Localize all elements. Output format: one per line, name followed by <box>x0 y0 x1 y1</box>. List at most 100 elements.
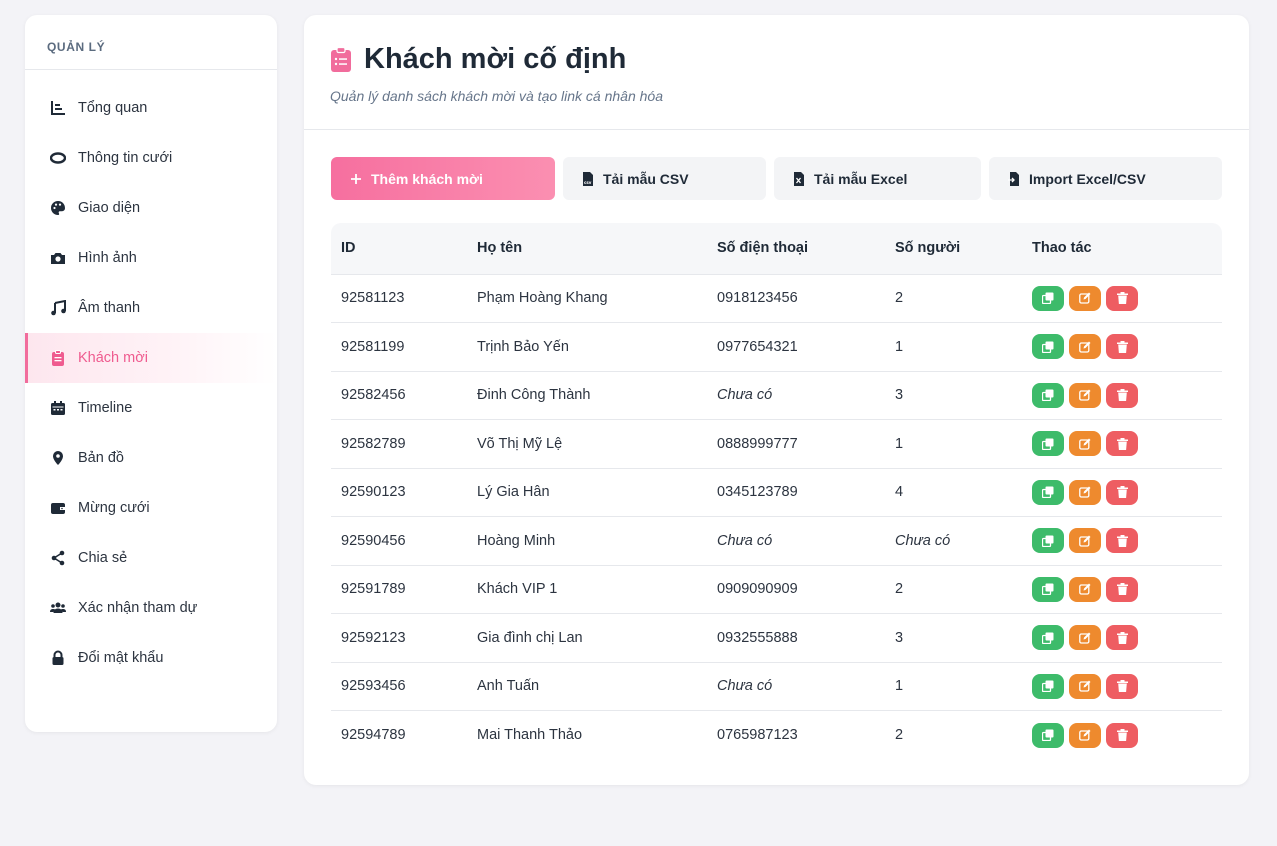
table-row: 92590123 Lý Gia Hân 0345123789 4 <box>331 468 1222 517</box>
ring-icon <box>50 150 66 166</box>
svg-text:csv: csv <box>584 180 592 185</box>
copy-link-button[interactable] <box>1032 479 1064 505</box>
copy-icon <box>1042 438 1054 450</box>
guest-count: 2 <box>885 565 1022 614</box>
sidebar-item-giao-dien[interactable]: Giao diện <box>25 183 277 233</box>
column-header-id[interactable]: ID <box>331 223 467 275</box>
file-import-icon <box>1007 171 1021 186</box>
guest-phone: 0932555888 <box>707 613 885 663</box>
guest-id: 92590456 <box>331 516 467 566</box>
sidebar-item-hinh-anh[interactable]: Hình ảnh <box>25 233 277 283</box>
sidebar-item-tong-quan[interactable]: Tổng quan <box>25 83 277 133</box>
delete-guest-button[interactable] <box>1106 334 1138 360</box>
edit-guest-button[interactable] <box>1069 528 1101 554</box>
edit-icon <box>1079 583 1091 595</box>
add-guest-button[interactable]: Thêm khách mời <box>331 157 555 200</box>
trash-icon <box>1116 729 1128 741</box>
edit-guest-button[interactable] <box>1069 673 1101 699</box>
copy-icon <box>1042 389 1054 402</box>
guest-count: 2 <box>895 727 904 743</box>
sidebar-item-ban-do[interactable]: Bản đồ <box>25 433 277 483</box>
sidebar-item-xac-nhan-tham-du[interactable]: Xác nhận tham dự <box>25 583 277 633</box>
copy-link-button[interactable] <box>1032 722 1064 748</box>
edit-icon <box>1079 680 1091 692</box>
sidebar-item-label: Giao diện <box>78 200 141 216</box>
row-actions <box>1022 662 1222 711</box>
guest-phone: Chưa có <box>707 371 885 420</box>
edit-guest-button[interactable] <box>1069 576 1101 602</box>
sidebar-item-mung-cuoi[interactable]: Mừng cưới <box>25 483 277 533</box>
column-header-actions: Thao tác <box>1022 223 1222 275</box>
delete-guest-button[interactable] <box>1106 722 1138 748</box>
sidebar-item-khach-moi[interactable]: Khách mời <box>25 333 277 383</box>
row-actions <box>1022 371 1222 420</box>
import-file-label: Import Excel/CSV <box>1029 170 1146 187</box>
sidebar: QUẢN LÝ Tổng quan Thông tin cưới Giao di… <box>25 15 277 732</box>
guest-id: 92581123 <box>331 274 467 323</box>
sidebar-item-timeline[interactable]: Timeline <box>25 383 277 433</box>
delete-guest-button[interactable] <box>1106 673 1138 699</box>
guest-name: Phạm Hoàng Khang <box>467 274 707 323</box>
delete-guest-button[interactable] <box>1106 382 1138 408</box>
copy-link-button[interactable] <box>1032 576 1064 602</box>
edit-guest-button[interactable] <box>1069 334 1101 360</box>
guest-id: 92582456 <box>331 371 467 420</box>
download-excel-template-button[interactable]: Tải mẫu Excel <box>774 157 981 200</box>
sidebar-item-label: Thông tin cưới <box>78 150 173 166</box>
table-row: 92590456 Hoàng Minh Chưa có Chưa có <box>331 516 1222 566</box>
edit-guest-button[interactable] <box>1069 382 1101 408</box>
copy-link-button[interactable] <box>1032 334 1064 360</box>
copy-icon <box>1042 729 1054 741</box>
copy-link-button[interactable] <box>1032 673 1064 699</box>
guest-name: Võ Thị Mỹ Lệ <box>467 419 707 469</box>
row-actions <box>1022 419 1222 469</box>
edit-guest-button[interactable] <box>1069 479 1101 505</box>
sidebar-item-thong-tin-cuoi[interactable]: Thông tin cưới <box>25 133 277 183</box>
edit-guest-button[interactable] <box>1069 431 1101 457</box>
table-row: 92581123 Phạm Hoàng Khang 0918123456 2 <box>331 274 1222 323</box>
trash-icon <box>1116 437 1128 450</box>
page-header: Khách mời cố định Quản lý danh sách khác… <box>304 15 1249 130</box>
delete-guest-button[interactable] <box>1106 528 1138 554</box>
row-actions <box>1022 565 1222 614</box>
delete-guest-button[interactable] <box>1106 479 1138 505</box>
trash-icon <box>1116 292 1128 305</box>
sidebar-item-doi-mat-khau[interactable]: Đổi mật khẩu <box>25 633 277 683</box>
edit-icon <box>1079 632 1091 644</box>
edit-icon <box>1079 438 1091 450</box>
sidebar-item-label: Hình ảnh <box>78 250 137 266</box>
map-pin-icon <box>50 450 66 466</box>
copy-link-button[interactable] <box>1032 431 1064 457</box>
camera-icon <box>50 250 66 266</box>
table-row: 92582789 Võ Thị Mỹ Lệ 0888999777 1 <box>331 419 1222 469</box>
guest-phone: 0888999777 <box>707 419 885 469</box>
delete-guest-button[interactable] <box>1106 576 1138 602</box>
calendar-icon <box>50 400 66 416</box>
edit-icon <box>1079 729 1091 741</box>
column-header-count[interactable]: Số người <box>885 223 1022 275</box>
table-row: 92594789 Mai Thanh Thảo 0765987123 2 <box>331 711 1222 760</box>
delete-guest-button[interactable] <box>1106 285 1138 311</box>
sidebar-item-chia-se[interactable]: Chia sẻ <box>25 533 277 583</box>
guest-phone: 0918123456 <box>707 274 885 323</box>
import-file-button[interactable]: Import Excel/CSV <box>989 157 1222 200</box>
copy-link-button[interactable] <box>1032 285 1064 311</box>
guest-table: ID Họ tên Số điện thoại Số người Thao tá… <box>331 223 1222 759</box>
edit-guest-button[interactable] <box>1069 722 1101 748</box>
copy-icon <box>1042 341 1054 353</box>
download-csv-template-button[interactable]: csv Tải mẫu CSV <box>563 157 766 200</box>
trash-icon <box>1116 680 1128 693</box>
edit-guest-button[interactable] <box>1069 285 1101 311</box>
guest-count: 1 <box>885 419 1022 469</box>
sidebar-item-am-thanh[interactable]: Âm thanh <box>25 283 277 333</box>
table-row: 92593456 Anh Tuấn Chưa có 1 <box>331 662 1222 711</box>
copy-icon <box>1042 486 1054 499</box>
delete-guest-button[interactable] <box>1106 625 1138 651</box>
copy-link-button[interactable] <box>1032 528 1064 554</box>
column-header-phone[interactable]: Số điện thoại <box>707 223 885 275</box>
delete-guest-button[interactable] <box>1106 431 1138 457</box>
edit-guest-button[interactable] <box>1069 625 1101 651</box>
copy-link-button[interactable] <box>1032 382 1064 408</box>
column-header-name[interactable]: Họ tên <box>467 223 707 275</box>
copy-link-button[interactable] <box>1032 625 1064 651</box>
